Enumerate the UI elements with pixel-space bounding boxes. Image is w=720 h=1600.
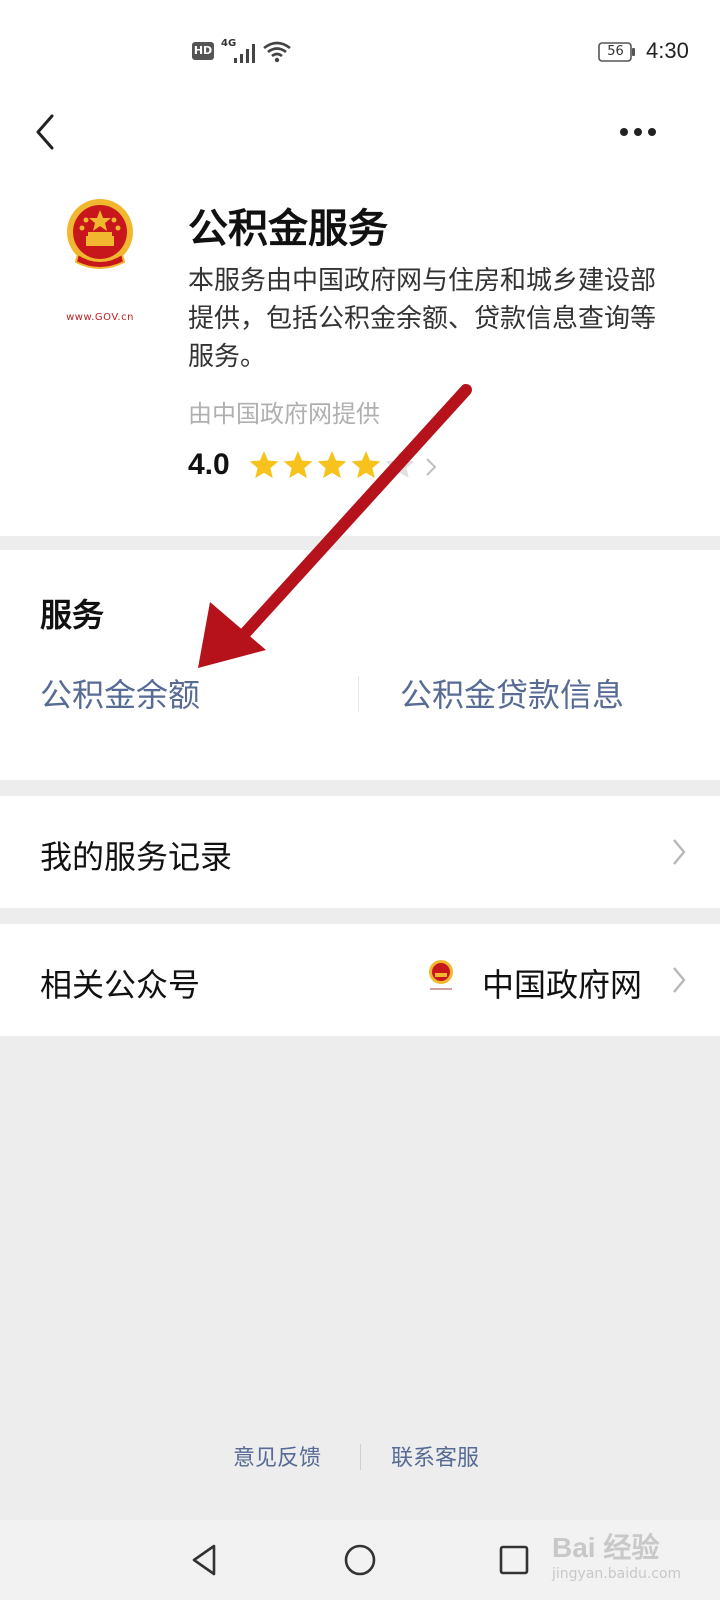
star-icon [249, 451, 279, 479]
battery-level: 56 [607, 44, 624, 59]
feedback-link[interactable]: 意见反馈 [233, 1440, 321, 1472]
account-name: 中国政府网 [482, 966, 643, 1004]
related-accounts-row[interactable]: 相关公众号 中国政府网 [0, 924, 720, 1036]
footer-links: 意见反馈 联系客服 [0, 1440, 720, 1480]
rating-stars [249, 451, 415, 479]
star-icon [385, 451, 415, 479]
star-icon [317, 451, 347, 479]
gov-logo: www.GOV.cn [50, 196, 150, 323]
more-dots-icon[interactable] [618, 114, 674, 150]
related-accounts-label: 相关公众号 [40, 966, 201, 1004]
services-card: 服务 公积金余额 公积金贷款信息 [0, 550, 720, 780]
top-navigation [0, 96, 720, 166]
status-bar: HD 4G 56 4:30 [0, 0, 720, 96]
divider [360, 1444, 361, 1470]
service-header: www.GOV.cn 公积金服务 本服务由中国政府网与住房和城乡建设部提供，包括… [0, 166, 720, 536]
circle-home-icon[interactable] [340, 1540, 380, 1580]
chevron-right-icon [426, 458, 437, 476]
services-title: 服务 [40, 596, 105, 634]
baidu-watermark: Bai 经验 jingyan.baidu.com [552, 1522, 692, 1600]
watermark-url: jingyan.baidu.com [552, 1566, 682, 1582]
records-label: 我的服务记录 [40, 838, 233, 876]
rating-value: 4.0 [188, 448, 230, 481]
provider-text: 由中国政府网提供 [188, 400, 380, 428]
service-title: 公积金服务 [188, 206, 388, 252]
triangle-back-icon[interactable] [186, 1540, 226, 1580]
signal-icon [234, 44, 255, 63]
service-description: 本服务由中国政府网与住房和城乡建设部提供，包括公积金余额、贷款信息查询等服务。 [188, 266, 657, 372]
rating-row[interactable]: 4.0 [188, 446, 448, 486]
divider [358, 676, 359, 712]
hd-badge: HD [192, 42, 214, 60]
square-recent-icon[interactable] [494, 1540, 534, 1580]
loan-info-link[interactable]: 公积金贷款信息 [400, 670, 624, 716]
chevron-left-icon[interactable] [28, 110, 68, 154]
national-emblem-icon [429, 960, 453, 990]
national-emblem-icon [67, 199, 133, 269]
chevron-right-icon [673, 839, 686, 865]
logo-caption: www.GOV.cn [66, 312, 134, 323]
balance-link[interactable]: 公积金余额 [40, 670, 200, 716]
clock-time: 4:30 [646, 38, 689, 63]
service-records-row[interactable]: 我的服务记录 [0, 796, 720, 908]
contact-support-link[interactable]: 联系客服 [391, 1440, 479, 1472]
star-icon [283, 451, 313, 479]
watermark-text: Bai 经验 [552, 1532, 660, 1563]
star-icon [351, 451, 381, 479]
wifi-icon [263, 41, 291, 63]
chevron-right-icon [673, 967, 686, 993]
